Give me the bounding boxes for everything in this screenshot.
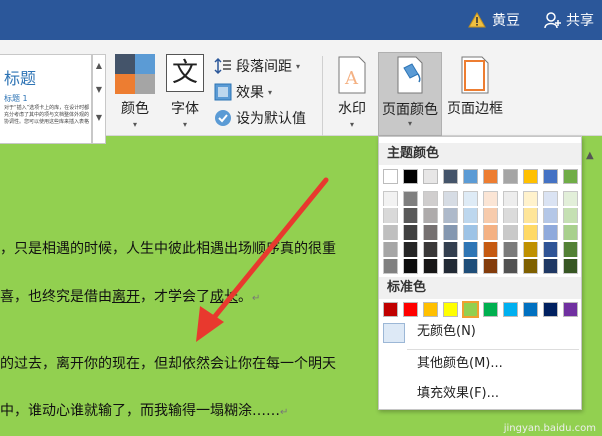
theme-shade-swatch[interactable] [563, 259, 578, 274]
theme-shade-column [443, 191, 458, 276]
standard-color-swatch[interactable] [523, 302, 538, 317]
theme-shade-swatch[interactable] [443, 191, 458, 206]
theme-shade-swatch[interactable] [463, 191, 478, 206]
theme-shade-swatch[interactable] [503, 225, 518, 240]
theme-shade-swatch[interactable] [563, 225, 578, 240]
theme-shade-swatch[interactable] [423, 259, 438, 274]
theme-shade-swatch[interactable] [423, 242, 438, 257]
theme-shade-swatch[interactable] [423, 208, 438, 223]
theme-shade-swatch[interactable] [383, 208, 398, 223]
theme-shade-swatch[interactable] [463, 242, 478, 257]
theme-color-swatch[interactable] [523, 169, 538, 184]
site-watermark: jingyan.baidu.com [503, 423, 596, 434]
theme-shade-swatch[interactable] [463, 208, 478, 223]
standard-color-swatch[interactable] [503, 302, 518, 317]
theme-shade-swatch[interactable] [503, 208, 518, 223]
theme-color-swatch[interactable] [543, 169, 558, 184]
theme-shade-swatch[interactable] [403, 225, 418, 240]
theme-shade-swatch[interactable] [563, 242, 578, 257]
theme-shade-swatch[interactable] [563, 191, 578, 206]
theme-shade-column [383, 191, 398, 276]
standard-color-swatch[interactable] [383, 302, 398, 317]
theme-shade-swatch[interactable] [543, 259, 558, 274]
theme-colors-header: 主题颜色 [379, 143, 581, 165]
theme-shade-swatch[interactable] [423, 225, 438, 240]
fill-effects-option[interactable]: 填充效果(F)... [379, 381, 581, 407]
theme-shade-swatch[interactable] [383, 259, 398, 274]
theme-shade-swatch[interactable] [443, 259, 458, 274]
theme-shade-swatch[interactable] [483, 225, 498, 240]
theme-color-swatch[interactable] [563, 169, 578, 184]
no-color-swatch-icon [383, 323, 405, 343]
theme-shade-column [483, 191, 498, 276]
theme-color-swatch[interactable] [443, 169, 458, 184]
theme-shade-column [543, 191, 558, 276]
standard-color-swatch[interactable] [543, 302, 558, 317]
no-color-option[interactable]: 无颜色(N) [379, 319, 581, 345]
theme-color-swatch[interactable] [463, 169, 478, 184]
theme-shade-swatch[interactable] [403, 208, 418, 223]
theme-color-swatch[interactable] [483, 169, 498, 184]
theme-shade-swatch[interactable] [523, 242, 538, 257]
theme-shade-swatch[interactable] [443, 225, 458, 240]
theme-shade-swatch[interactable] [383, 242, 398, 257]
theme-shade-swatch[interactable] [423, 191, 438, 206]
theme-shade-column [403, 191, 418, 276]
theme-shade-swatch[interactable] [523, 191, 538, 206]
standard-colors-header: 标准色 [379, 277, 581, 299]
theme-shade-column [463, 191, 478, 276]
standard-color-swatch[interactable] [462, 301, 479, 318]
theme-color-swatch[interactable] [503, 169, 518, 184]
theme-shade-swatch[interactable] [523, 208, 538, 223]
fill-effects-label: 填充效果(F)... [417, 386, 500, 401]
theme-shade-swatch[interactable] [543, 208, 558, 223]
dropdown-separator [407, 349, 579, 350]
theme-shade-column [423, 191, 438, 276]
theme-shade-swatch[interactable] [463, 225, 478, 240]
theme-shade-swatch[interactable] [483, 242, 498, 257]
no-color-label: 无颜色(N) [417, 324, 476, 339]
theme-shade-column [563, 191, 578, 276]
theme-color-swatch[interactable] [403, 169, 418, 184]
more-colors-option[interactable]: 其他颜色(M)... [379, 351, 581, 377]
theme-shade-swatch[interactable] [383, 191, 398, 206]
theme-shade-swatch[interactable] [523, 225, 538, 240]
standard-color-swatch[interactable] [443, 302, 458, 317]
theme-shade-swatch[interactable] [383, 225, 398, 240]
theme-shade-swatch[interactable] [463, 259, 478, 274]
more-colors-label: 其他颜色(M)... [417, 356, 503, 371]
theme-shade-swatch[interactable] [543, 225, 558, 240]
theme-shade-swatch[interactable] [503, 191, 518, 206]
theme-color-swatch[interactable] [383, 169, 398, 184]
standard-color-swatch[interactable] [403, 302, 418, 317]
standard-color-swatch[interactable] [483, 302, 498, 317]
theme-shade-swatch[interactable] [403, 191, 418, 206]
theme-shade-swatch[interactable] [503, 259, 518, 274]
page-color-dropdown: 主题颜色 标准色 无颜色(N) 其他颜色(M)... 填充效果(F)... [378, 136, 582, 410]
theme-shade-swatch[interactable] [483, 191, 498, 206]
theme-shade-column [523, 191, 538, 276]
theme-shade-swatch[interactable] [443, 242, 458, 257]
theme-shade-swatch[interactable] [543, 242, 558, 257]
theme-shade-swatch[interactable] [403, 242, 418, 257]
theme-color-swatch[interactable] [423, 169, 438, 184]
theme-shade-swatch[interactable] [483, 208, 498, 223]
theme-shade-swatch[interactable] [543, 191, 558, 206]
theme-shade-swatch[interactable] [443, 208, 458, 223]
ribbon-collapse-icon[interactable]: ▲ [586, 150, 594, 161]
standard-color-swatch[interactable] [423, 302, 438, 317]
theme-shade-swatch[interactable] [523, 259, 538, 274]
theme-shade-swatch[interactable] [563, 208, 578, 223]
standard-color-swatch[interactable] [563, 302, 578, 317]
theme-shade-swatch[interactable] [403, 259, 418, 274]
theme-shade-swatch[interactable] [503, 242, 518, 257]
theme-shade-swatch[interactable] [483, 259, 498, 274]
theme-shade-column [503, 191, 518, 276]
